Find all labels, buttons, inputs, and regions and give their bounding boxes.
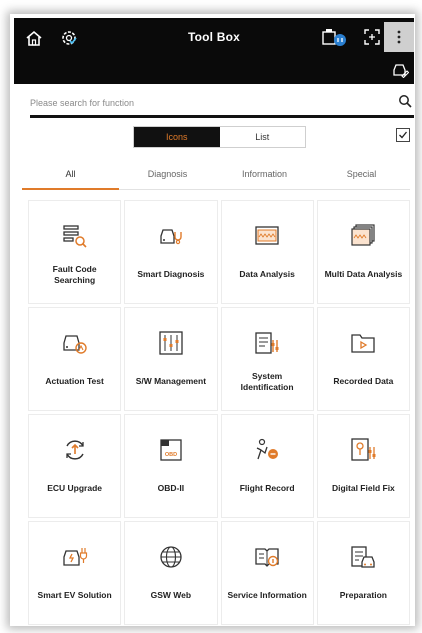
- tile-label: Flight Record: [239, 483, 295, 494]
- tile-label: Actuation Test: [45, 376, 104, 387]
- recorded-data-icon: [350, 330, 376, 356]
- search-input[interactable]: [30, 94, 390, 112]
- tile-label: Data Analysis: [239, 269, 295, 280]
- search-icon[interactable]: [398, 94, 412, 108]
- smart-ev-icon: [62, 544, 88, 570]
- globe-icon: [158, 544, 184, 570]
- digital-field-fix-icon: [350, 437, 376, 463]
- tile-system-identification[interactable]: System Identification: [220, 307, 314, 411]
- tab-diagnosis[interactable]: Diagnosis: [119, 158, 216, 189]
- obd-icon-text: OBD: [165, 452, 177, 458]
- obd-icon: OBD: [158, 437, 184, 463]
- category-tabs: All Diagnosis Information Special: [22, 158, 410, 190]
- tile-gsw-web[interactable]: GSW Web: [124, 521, 218, 625]
- tile-label: GSW Web: [150, 590, 192, 601]
- vci-connection-icon[interactable]: [320, 26, 350, 48]
- vehicle-edit-icon[interactable]: [390, 62, 410, 78]
- service-information-icon: [254, 544, 280, 570]
- smart-diagnosis-icon: [158, 223, 184, 249]
- tile-recorded-data[interactable]: Recorded Data: [316, 307, 410, 411]
- tile-flight-record[interactable]: Flight Record: [220, 414, 314, 518]
- tile-smart-diagnosis[interactable]: Smart Diagnosis: [124, 200, 218, 304]
- search-bar: [30, 92, 414, 118]
- ecu-upgrade-icon: [62, 437, 88, 463]
- screen-capture-icon[interactable]: [362, 27, 382, 47]
- tile-label: Fault Code Searching: [52, 263, 97, 285]
- tile-label: Smart Diagnosis: [137, 269, 205, 280]
- tile-actuation-test[interactable]: Actuation Test: [28, 307, 122, 411]
- tile-smart-ev-solution[interactable]: Smart EV Solution: [28, 521, 122, 625]
- fault-code-search-icon: [62, 223, 88, 249]
- function-grid: Fault Code Searching Smart Diagnosis Dat…: [28, 200, 410, 625]
- page-title: Tool Box: [187, 30, 241, 44]
- tile-fault-code-searching[interactable]: Fault Code Searching: [28, 200, 122, 304]
- data-analysis-icon: [254, 223, 280, 249]
- tile-preparation[interactable]: Preparation: [316, 521, 410, 625]
- tile-label: Service Information: [227, 590, 307, 601]
- tab-special[interactable]: Special: [313, 158, 410, 189]
- tile-data-analysis[interactable]: Data Analysis: [220, 200, 314, 304]
- tile-label: ECU Upgrade: [47, 483, 103, 494]
- tile-label: Multi Data Analysis: [324, 269, 403, 280]
- tile-ecu-upgrade[interactable]: ECU Upgrade: [28, 414, 122, 518]
- more-menu-icon[interactable]: [384, 22, 414, 52]
- preparation-icon: [350, 544, 376, 570]
- tile-label: Preparation: [339, 590, 387, 601]
- tile-label: System Identification: [240, 370, 294, 392]
- tile-multi-data-analysis[interactable]: Multi Data Analysis: [316, 200, 410, 304]
- multi-data-analysis-icon: [350, 223, 376, 249]
- tile-sw-management[interactable]: S/W Management: [124, 307, 218, 411]
- title-bar: Tool Box: [14, 18, 414, 84]
- tile-label: Smart EV Solution: [37, 590, 112, 601]
- actuation-test-icon: [62, 330, 88, 356]
- view-toggle: Icons List: [133, 126, 306, 148]
- select-checkbox[interactable]: [396, 128, 410, 142]
- flight-record-icon: [254, 437, 280, 463]
- tab-all[interactable]: All: [22, 158, 119, 190]
- tab-information[interactable]: Information: [216, 158, 313, 189]
- list-view-button[interactable]: List: [219, 127, 305, 147]
- system-identification-icon: [254, 330, 280, 356]
- sw-management-icon: [158, 330, 184, 356]
- tile-obd-ii[interactable]: OBD OBD-II: [124, 414, 218, 518]
- tile-label: Recorded Data: [333, 376, 394, 387]
- tile-label: S/W Management: [135, 376, 207, 387]
- tile-label: Digital Field Fix: [331, 483, 395, 494]
- tile-label: OBD-II: [157, 483, 185, 494]
- tile-digital-field-fix[interactable]: Digital Field Fix: [316, 414, 410, 518]
- tile-service-information[interactable]: Service Information: [220, 521, 314, 625]
- icons-view-button[interactable]: Icons: [134, 127, 220, 147]
